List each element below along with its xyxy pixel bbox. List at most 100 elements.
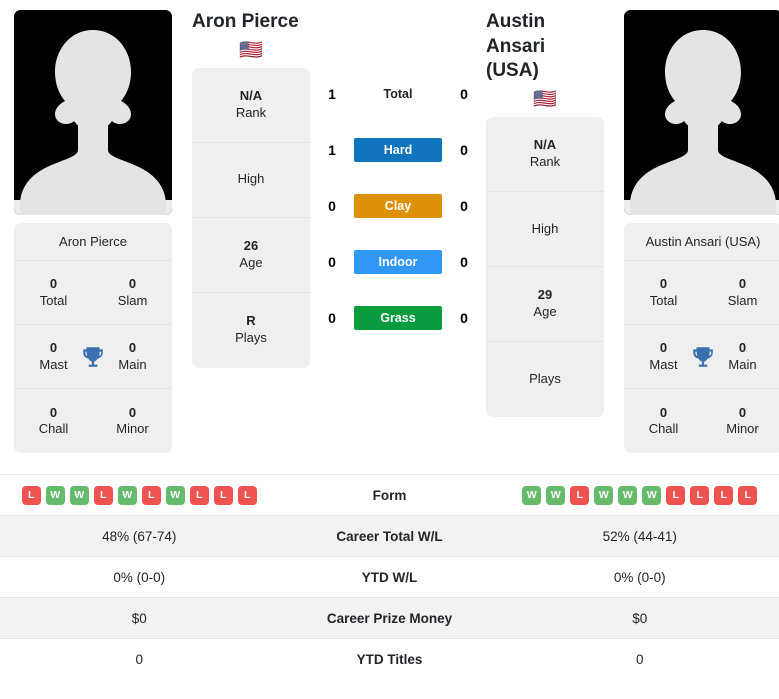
form-badge-loss: L — [21, 485, 41, 505]
titles-row: 0 Mast 0 Main — [624, 325, 779, 389]
surface-row-clay: 0 Clay 0 — [310, 178, 486, 234]
surface-row-grass: 0 Grass 0 — [310, 290, 486, 346]
right-player-info-column: Austin Ansari (USA) 🇺🇸 N/A Rank High 29 … — [486, 10, 604, 418]
right-career-prize-money: $0 — [500, 597, 779, 639]
left-plays-label: Plays — [235, 330, 267, 346]
titles-total-label: Total — [649, 292, 678, 308]
right-rank-value: N/A — [533, 137, 557, 153]
right-score-clay: 0 — [460, 198, 468, 214]
titles-row: 0 Total 0 Slam — [14, 261, 172, 325]
form-badge-loss: L — [690, 485, 710, 505]
titles-slam-label: Slam — [727, 292, 758, 308]
surface-badge-hard: Hard — [354, 138, 442, 162]
info-row-plays: R Plays — [192, 293, 310, 368]
trophy-icon — [693, 347, 713, 367]
titles-chall: 0 Chall — [14, 405, 93, 438]
right-player-column: Austin Ansari (USA) 0 Total 0 Slam 0 Mas… — [624, 10, 779, 453]
titles-slam-label: Slam — [117, 292, 148, 308]
left-high-label: High — [237, 171, 265, 187]
titles-minor: 0 Minor — [93, 405, 172, 438]
form-badge-win: W — [618, 485, 638, 505]
right-card-player-name: Austin Ansari (USA) — [624, 223, 779, 261]
titles-total-label: Total — [39, 292, 68, 308]
titles-slam-value: 0 — [128, 276, 137, 292]
titles-chall-value: 0 — [659, 404, 668, 420]
form-badge-loss: L — [738, 485, 758, 505]
titles-minor-label: Minor — [116, 421, 149, 436]
row-label-ytd-titles: YTD Titles — [278, 638, 501, 680]
info-row-age: 26 Age — [192, 218, 310, 293]
right-career-total-wl: 52% (44-41) — [500, 515, 779, 557]
left-career-prize-money: $0 — [0, 597, 279, 639]
form-badge-loss: L — [189, 485, 209, 505]
row-label-form: Form — [278, 474, 501, 516]
right-form-badges: WWLWWWLLLL — [507, 485, 774, 505]
titles-chall-label: Chall — [38, 421, 69, 436]
info-row-rank: N/A Rank — [192, 68, 310, 143]
left-plays-value: R — [246, 313, 256, 329]
form-badge-loss: L — [714, 485, 734, 505]
right-ytd-wl: 0% (0-0) — [500, 556, 779, 598]
form-badge-win: W — [45, 485, 65, 505]
right-plays-label: Plays — [529, 371, 561, 387]
surface-row-indoor: 0 Indoor 0 — [310, 234, 486, 290]
form-badge-win: W — [165, 485, 185, 505]
left-score-total: 1 — [328, 86, 336, 102]
right-player-photo — [624, 10, 779, 215]
info-row-high: High — [486, 192, 604, 268]
surface-badge-indoor: Indoor — [354, 250, 442, 274]
left-info-card: N/A Rank High 26 Age R Plays — [192, 67, 310, 368]
info-row-high: High — [192, 143, 310, 218]
left-player-name: Aron Pierce — [192, 11, 299, 32]
titles-chall: 0 Chall — [624, 405, 703, 438]
right-info-card: N/A Rank High 29 Age Plays — [486, 117, 604, 418]
titles-total-value: 0 — [659, 276, 668, 292]
titles-row: 0 Mast 0 Main — [14, 325, 172, 389]
left-score-hard: 1 — [328, 142, 336, 158]
left-player-flag-icon: 🇺🇸 — [239, 38, 263, 61]
right-age-label: Age — [533, 304, 557, 320]
form-badge-loss: L — [237, 485, 257, 505]
form-badge-loss: L — [141, 485, 161, 505]
titles-row: 0 Chall 0 Minor — [14, 389, 172, 453]
titles-minor-value: 0 — [738, 404, 747, 420]
right-player-flag-icon: 🇺🇸 — [533, 88, 557, 111]
form-badge-loss: L — [570, 485, 590, 505]
left-rank-value: N/A — [239, 87, 263, 103]
form-badge-win: W — [594, 485, 614, 505]
surface-badge-total: Total — [383, 87, 413, 101]
left-form-cell: LWWLWLWLLL — [0, 474, 279, 516]
form-badge-win: W — [69, 485, 89, 505]
left-rank-label: Rank — [235, 104, 267, 120]
table-row-form: LWWLWLWLLL Form WWLWWWLLLL — [0, 474, 779, 516]
surface-badge-grass: Grass — [354, 306, 442, 330]
form-badge-loss: L — [93, 485, 113, 505]
left-age-label: Age — [239, 254, 263, 270]
right-titles-card: Austin Ansari (USA) 0 Total 0 Slam 0 Mas… — [624, 223, 779, 453]
person-silhouette-icon — [624, 10, 779, 215]
right-titles-grid: 0 Total 0 Slam 0 Mast 0 Main 0 Chall 0 M… — [624, 261, 779, 453]
trophy-icon — [83, 347, 103, 367]
table-row-career-total-wl: 48% (67-74) Career Total W/L 52% (44-41) — [0, 515, 779, 557]
surface-row-hard: 1 Hard 0 — [310, 122, 486, 178]
titles-minor: 0 Minor — [703, 405, 779, 438]
right-score-total: 0 — [460, 86, 468, 102]
titles-row: 0 Chall 0 Minor — [624, 389, 779, 453]
right-score-hard: 0 — [460, 142, 468, 158]
info-row-rank: N/A Rank — [486, 117, 604, 193]
table-row-career-prize-money: $0 Career Prize Money $0 — [0, 597, 779, 639]
left-ytd-titles: 0 — [0, 638, 279, 680]
left-titles-card: Aron Pierce 0 Total 0 Slam 0 Mast 0 Main… — [14, 223, 172, 453]
right-player-name-line2: (USA) — [486, 60, 539, 82]
titles-slam: 0 Slam — [703, 276, 779, 309]
left-player-info-column: Aron Pierce 🇺🇸 N/A Rank High 26 Age R Pl… — [192, 10, 310, 368]
right-rank-label: Rank — [529, 154, 561, 170]
row-label-ytd-wl: YTD W/L — [278, 556, 501, 598]
form-badge-win: W — [642, 485, 662, 505]
left-form-badges: LWWLWLWLLL — [6, 485, 273, 505]
titles-slam-value: 0 — [738, 276, 747, 292]
comparison-stats-table: LWWLWLWLLL Form WWLWWWLLLL 48% (67-74) C… — [0, 474, 779, 680]
titles-minor-value: 0 — [128, 404, 137, 420]
left-score-clay: 0 — [328, 198, 336, 214]
titles-total: 0 Total — [14, 276, 93, 309]
